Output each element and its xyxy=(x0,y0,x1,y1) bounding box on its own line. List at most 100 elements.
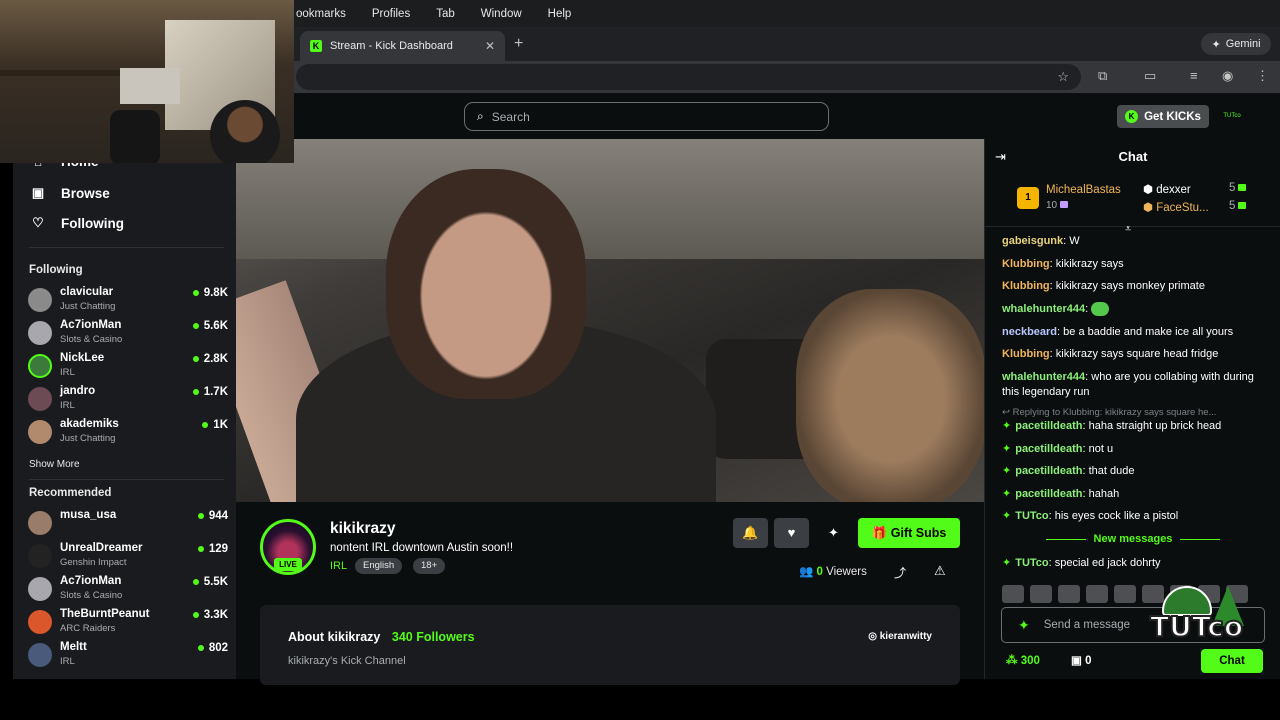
menu-profiles[interactable]: Profiles xyxy=(372,8,410,20)
tab-title: Stream - Kick Dashboard xyxy=(330,40,453,52)
live-dot-icon xyxy=(197,512,204,519)
video-player[interactable] xyxy=(236,139,984,502)
leader-name[interactable]: ⬢ dexxer xyxy=(1143,182,1191,196)
channel-category: Just Chatting xyxy=(60,301,116,312)
browser-tab[interactable]: K Stream - Kick Dashboard ✕ xyxy=(300,31,505,61)
viewer-count: 👥 0 Viewers xyxy=(799,564,867,578)
channel-category: IRL xyxy=(60,400,75,411)
hex-badge-icon: ⬢ xyxy=(1143,184,1157,196)
live-dot-icon xyxy=(192,355,199,362)
channel-name: UnrealDreamer xyxy=(60,542,143,554)
sparkle-badge-icon: ✦ xyxy=(1002,465,1012,477)
media-icon[interactable]: ≡ xyxy=(1190,68,1198,83)
tag-mature[interactable]: 18+ xyxy=(413,558,446,574)
channel-item[interactable]: musa_usa 944 xyxy=(28,509,228,539)
leader-name[interactable]: MichealBastas xyxy=(1046,184,1121,196)
extensions-icon[interactable]: ⧉ xyxy=(1098,68,1107,84)
instagram-link[interactable]: ◎ kieranwitty xyxy=(868,631,932,642)
browser-menu-icon[interactable]: ⋮ xyxy=(1256,68,1269,84)
avatar xyxy=(28,643,52,667)
share-icon[interactable]: ⤴ xyxy=(894,564,906,581)
channel-item[interactable]: Ac7ionMan Slots & Casino 5.6K xyxy=(28,319,228,349)
report-warning-icon[interactable]: ⚠ xyxy=(934,563,946,579)
sparkle-badge-icon: ✦ xyxy=(1002,557,1012,569)
profile-avatar-icon[interactable]: ◉ xyxy=(1222,68,1233,84)
new-tab-icon[interactable]: + xyxy=(514,35,523,53)
channel-item[interactable]: clavicular Just Chatting 9.8K xyxy=(28,286,228,316)
channel-points[interactable]: ⁂ 300 xyxy=(1006,653,1040,667)
new-messages-divider[interactable]: New messages xyxy=(985,533,1280,545)
bell-icon: 🔔 xyxy=(742,525,759,540)
tab-close-icon[interactable]: ✕ xyxy=(485,39,495,53)
chest-icon: ▣ xyxy=(1071,655,1086,667)
channel-item[interactable]: NickLee IRL 2.8K xyxy=(28,352,228,382)
channel-category: ARC Raiders xyxy=(60,623,116,634)
viewer-count: 5.6K xyxy=(192,320,228,332)
emote-icon[interactable] xyxy=(1114,585,1136,603)
cast-icon[interactable]: ▭ xyxy=(1144,68,1156,84)
stream-info: LIVE kikikrazy nontent IRL downtown Aust… xyxy=(236,502,984,602)
channel-name[interactable]: kikikrazy xyxy=(330,520,396,538)
sparkle-button[interactable]: ✦ xyxy=(816,518,851,548)
channel-item[interactable]: Meltt IRL 802 xyxy=(28,641,228,671)
chat-input-placeholder: Send a message xyxy=(1043,619,1131,631)
channel-name: Ac7ionMan xyxy=(60,319,122,331)
main-content: LIVE kikikrazy nontent IRL downtown Aust… xyxy=(236,139,984,685)
gemini-button[interactable]: ✦ Gemini xyxy=(1201,33,1271,55)
viewer-count: 5.5K xyxy=(192,576,228,588)
live-dot-icon xyxy=(192,578,199,585)
rank-medal-icon: 1 xyxy=(1017,187,1039,209)
stream-category-link[interactable]: IRL xyxy=(330,560,347,572)
channel-item[interactable]: UnrealDreamer Genshin Impact 129 xyxy=(28,542,228,572)
emote-icon[interactable] xyxy=(1030,585,1052,603)
channel-item[interactable]: akademiks Just Chatting 1K xyxy=(28,418,228,448)
channel-item[interactable]: TheBurntPeanut ARC Raiders 3.3K xyxy=(28,608,228,638)
follow-button[interactable]: ♥ xyxy=(774,518,809,548)
viewer-count: 9.8K xyxy=(192,287,228,299)
omnibox[interactable]: ☆ xyxy=(296,64,1081,90)
sparkle-badge-icon: ✦ xyxy=(1002,420,1012,432)
get-kicks-button[interactable]: K Get KICKs xyxy=(1117,105,1209,128)
show-more-link[interactable]: Show More xyxy=(29,459,80,470)
menu-bookmarks[interactable]: ookmarks xyxy=(296,8,346,20)
menu-tab[interactable]: Tab xyxy=(436,8,455,20)
menu-window[interactable]: Window xyxy=(481,8,522,20)
sidebar-divider xyxy=(29,247,224,248)
webcam-person xyxy=(210,100,280,163)
live-dot-icon xyxy=(197,545,204,552)
gift-icon xyxy=(1238,184,1247,191)
leader-count: 5 xyxy=(1229,200,1247,212)
search-input[interactable]: ⌕ Search xyxy=(464,102,829,131)
webcam-backpack xyxy=(110,110,160,163)
sidebar-item-browse[interactable]: ▣ Browse xyxy=(29,185,110,201)
channel-item[interactable]: jandro IRL 1.7K xyxy=(28,385,228,415)
live-dot-icon xyxy=(192,322,199,329)
viewers-label: Viewers xyxy=(826,566,867,578)
emote-icon[interactable] xyxy=(1058,585,1080,603)
followers-label: Followers xyxy=(416,630,475,644)
frog-emote-icon xyxy=(1091,302,1110,317)
channel-name: akademiks xyxy=(60,418,119,430)
emote-icon[interactable] xyxy=(1002,585,1024,603)
locked-points[interactable]: ▣ 0 xyxy=(1071,653,1091,667)
bookmark-star-icon[interactable]: ☆ xyxy=(1057,69,1069,85)
tag-language[interactable]: English xyxy=(355,558,403,574)
menu-help[interactable]: Help xyxy=(548,8,572,20)
leader-name[interactable]: ⬢ FaceStu... xyxy=(1143,200,1209,214)
channel-name: Ac7ionMan xyxy=(60,575,122,587)
user-avatar[interactable]: TUTco xyxy=(1222,106,1242,126)
channel-category: Genshin Impact xyxy=(60,557,127,568)
notification-bell-button[interactable]: 🔔 xyxy=(733,518,768,548)
heart-icon: ♡ xyxy=(32,215,44,230)
reply-context: ↩ Replying to Klubbing: kikikrazy says s… xyxy=(1002,407,1217,418)
channel-category: IRL xyxy=(60,367,75,378)
channel-item[interactable]: Ac7ionMan Slots & Casino 5.5K xyxy=(28,575,228,605)
sidebar-item-following[interactable]: ♡ Following xyxy=(29,215,124,231)
search-icon: ⌕ xyxy=(477,109,484,123)
gift-subs-button[interactable]: 🎁 Gift Subs xyxy=(858,518,960,548)
emote-icon[interactable] xyxy=(1086,585,1108,603)
viewer-count: 1K xyxy=(202,419,228,431)
chat-title: Chat xyxy=(1118,149,1148,164)
chat-message: ✦ pacetilldeath: not u xyxy=(1002,443,1114,455)
recommended-title: Recommended xyxy=(29,487,112,499)
